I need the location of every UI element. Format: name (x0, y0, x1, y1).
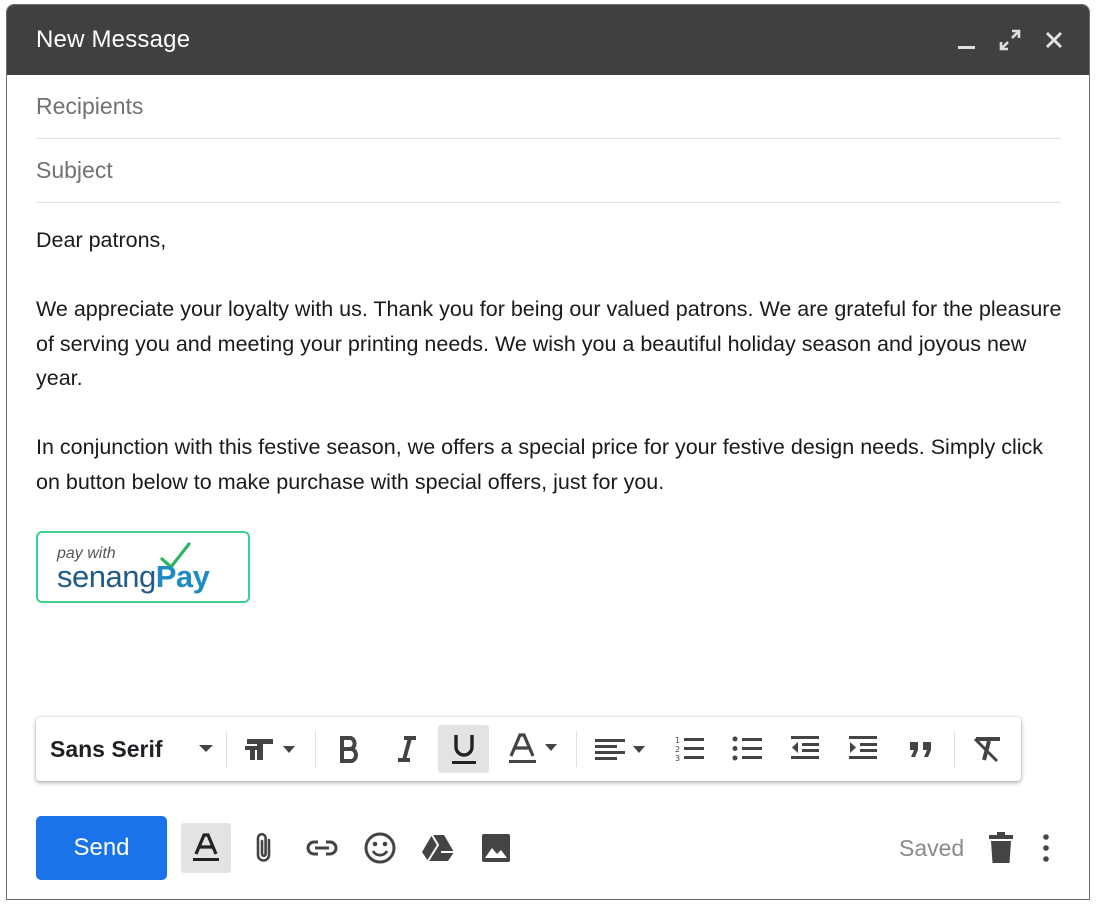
separator (226, 731, 227, 767)
body-paragraph-2: In conjunction with this festive season,… (36, 435, 1044, 494)
trash-icon[interactable] (976, 823, 1026, 873)
separator (576, 731, 577, 767)
attach-icon[interactable] (239, 823, 289, 873)
separator (954, 731, 955, 767)
text-color-icon[interactable] (502, 725, 566, 773)
body-paragraph-1: We appreciate your loyalty with us. Than… (36, 297, 1062, 390)
expand-icon[interactable] (995, 25, 1025, 55)
compose-window: New Message Dear patrons, We appreciate … (6, 4, 1090, 900)
indent-less-icon[interactable] (782, 725, 828, 773)
subject-row (36, 139, 1061, 203)
formatting-options-icon[interactable] (181, 823, 231, 873)
drive-icon[interactable] (413, 823, 463, 873)
numbered-list-icon[interactable]: 1 2 3 (666, 725, 712, 773)
remove-formatting-icon[interactable] (964, 725, 1010, 773)
recipients-input[interactable] (36, 93, 1061, 120)
align-icon[interactable] (588, 725, 652, 773)
svg-text:1: 1 (675, 736, 680, 745)
subject-input[interactable] (36, 157, 1061, 184)
senangpay-logo: senangPay (57, 559, 210, 595)
greeting-text: Dear patrons, (36, 228, 167, 252)
text-size-icon[interactable] (234, 725, 304, 773)
send-button[interactable]: Send (36, 816, 167, 880)
window-title: New Message (36, 26, 191, 53)
bold-icon[interactable] (326, 725, 372, 773)
brand-senang: senang (57, 559, 156, 594)
brand-pay: Pay (155, 559, 210, 594)
minimize-icon[interactable] (951, 25, 981, 55)
photo-icon[interactable] (471, 823, 521, 873)
italic-icon[interactable] (384, 725, 430, 773)
separator (315, 731, 316, 767)
emoji-icon[interactable] (355, 823, 405, 873)
message-body[interactable]: Dear patrons, We appreciate your loyalty… (36, 223, 1066, 534)
more-options-icon[interactable] (1026, 823, 1066, 873)
title-bar: New Message (7, 5, 1089, 75)
chevron-down-icon (199, 745, 213, 752)
bulleted-list-icon[interactable] (724, 725, 770, 773)
font-family-label: Sans Serif (50, 735, 163, 762)
svg-text:2: 2 (675, 745, 680, 754)
underline-icon[interactable] (438, 725, 489, 773)
formatting-toolbar: Sans Serif 1 2 3 (36, 717, 1021, 781)
quote-icon[interactable] (898, 725, 944, 773)
recipients-row (36, 75, 1061, 139)
svg-text:3: 3 (675, 754, 680, 763)
link-icon[interactable] (297, 823, 347, 873)
senangpay-button[interactable]: pay with senangPay (36, 531, 250, 603)
saved-status: Saved (899, 835, 965, 861)
close-icon[interactable] (1039, 25, 1069, 55)
font-family-select[interactable]: Sans Serif (44, 725, 220, 773)
indent-more-icon[interactable] (840, 725, 886, 773)
